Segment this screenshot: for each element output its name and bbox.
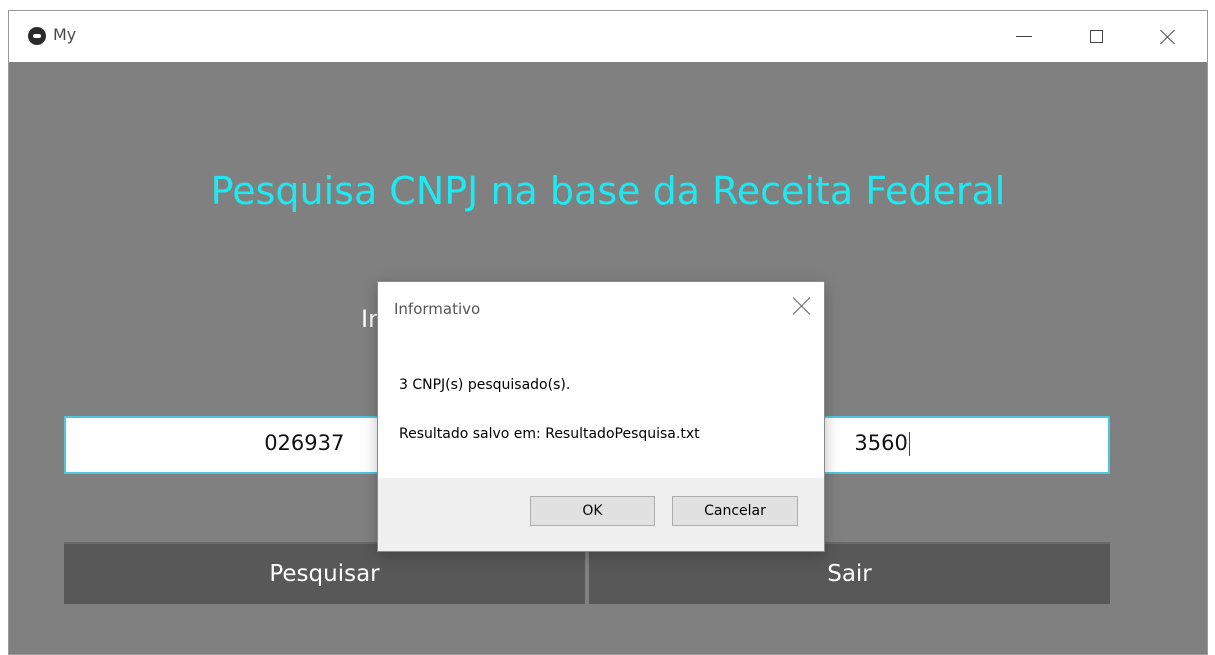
close-icon [1160, 29, 1176, 45]
dialog-close-icon[interactable] [790, 294, 814, 318]
info-dialog: Informativo 3 CNPJ(s) pesquisado(s). Res… [377, 281, 825, 552]
dialog-message-saved: Resultado salvo em: ResultadoPesquisa.tx… [399, 426, 700, 442]
dialog-title: Informativo [394, 300, 481, 318]
minimize-icon [1016, 36, 1032, 37]
background-window-strip [0, 0, 1215, 10]
cnpj-input-right-text: 3560 [854, 431, 908, 455]
app-logo-icon [28, 27, 46, 45]
cancel-button[interactable]: Cancelar [672, 496, 798, 526]
text-caret [908, 432, 910, 456]
dialog-footer: OK Cancelar [378, 478, 824, 551]
window-title: My [53, 25, 77, 44]
minimize-button[interactable] [1001, 11, 1047, 62]
ok-button[interactable]: OK [530, 496, 655, 526]
maximize-button[interactable] [1073, 11, 1119, 62]
page-title: Pesquisa CNPJ na base da Receita Federal [210, 169, 1006, 213]
maximize-icon [1089, 30, 1103, 43]
title-bar[interactable]: My [9, 11, 1207, 62]
close-window-button[interactable] [1145, 11, 1191, 62]
dialog-message-count: 3 CNPJ(s) pesquisado(s). [399, 377, 571, 393]
cnpj-input-left-text: 026937 [264, 431, 345, 455]
